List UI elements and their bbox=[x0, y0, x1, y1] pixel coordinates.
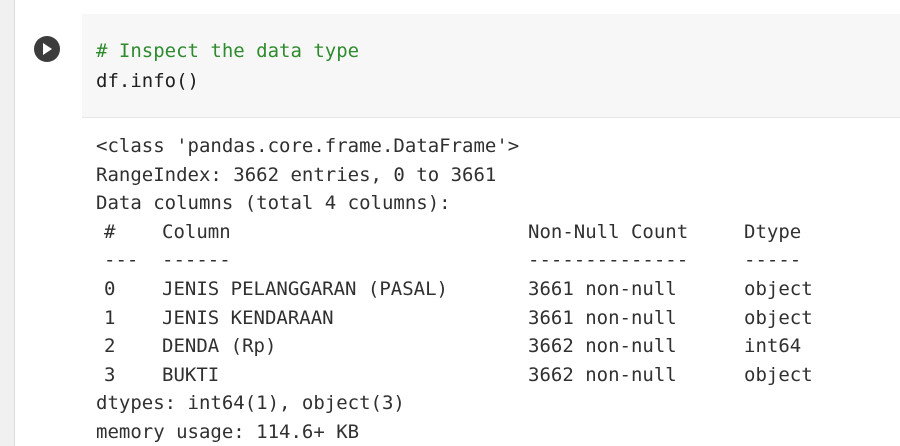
separator-dtype: ----- bbox=[744, 249, 802, 272]
row-index: 3 bbox=[104, 363, 116, 386]
row-column: DENDA (Rp) bbox=[162, 335, 277, 358]
row-column: JENIS PELANGGARAN (PASAL) bbox=[162, 277, 448, 300]
play-circle-icon bbox=[43, 43, 52, 55]
row-count: 3661 non-null bbox=[528, 306, 677, 329]
header-dtype: Dtype bbox=[744, 220, 802, 243]
output-dtypes-line: dtypes: int64(1), object(3) bbox=[96, 392, 405, 415]
row-dtype: int64 bbox=[744, 335, 802, 358]
info-table-header: # Column Non-Null Count Dtype bbox=[96, 218, 886, 247]
row-column: JENIS KENDARAAN bbox=[162, 306, 334, 329]
table-row: 2 DENDA (Rp) 3662 non-null int64 bbox=[96, 332, 886, 361]
table-row: 0 JENIS PELANGGARAN (PASAL) 3661 non-nul… bbox=[96, 275, 886, 304]
cell-output: <class 'pandas.core.frame.DataFrame'> Ra… bbox=[96, 132, 886, 446]
row-column: BUKTI bbox=[162, 363, 220, 386]
notebook-page: # Inspect the data type df.info() <class… bbox=[0, 0, 900, 446]
separator-count: -------------- bbox=[528, 249, 689, 272]
cell-gutter bbox=[0, 0, 15, 446]
row-count: 3662 non-null bbox=[528, 335, 677, 358]
table-row: 3 BUKTI 3662 non-null object bbox=[96, 361, 886, 390]
row-count: 3662 non-null bbox=[528, 363, 677, 386]
code-editor[interactable]: # Inspect the data type df.info() bbox=[82, 14, 900, 118]
output-range-line: RangeIndex: 3662 entries, 0 to 3661 bbox=[96, 163, 497, 186]
code-comment-line: # Inspect the data type bbox=[96, 40, 360, 62]
separator-column: ------ bbox=[162, 249, 231, 272]
row-dtype: object bbox=[744, 306, 813, 329]
header-column: Column bbox=[162, 220, 231, 243]
header-count: Non-Null Count bbox=[528, 220, 689, 243]
row-index: 1 bbox=[104, 306, 116, 329]
row-dtype: object bbox=[744, 363, 813, 386]
output-columns-line: Data columns (total 4 columns): bbox=[96, 192, 451, 215]
header-index: # bbox=[104, 220, 116, 243]
run-cell-button[interactable] bbox=[34, 36, 60, 62]
table-row: 1 JENIS KENDARAAN 3661 non-null object bbox=[96, 304, 886, 333]
info-table-separator: --- ------ -------------- ----- bbox=[96, 246, 886, 275]
row-count: 3661 non-null bbox=[528, 277, 677, 300]
row-index: 2 bbox=[104, 335, 116, 358]
code-line: df.info() bbox=[96, 70, 199, 92]
row-dtype: object bbox=[744, 277, 813, 300]
output-memory-line: memory usage: 114.6+ KB bbox=[96, 420, 360, 443]
output-class-line: <class 'pandas.core.frame.DataFrame'> bbox=[96, 135, 520, 157]
row-index: 0 bbox=[104, 277, 116, 300]
separator-index: --- bbox=[104, 249, 139, 272]
